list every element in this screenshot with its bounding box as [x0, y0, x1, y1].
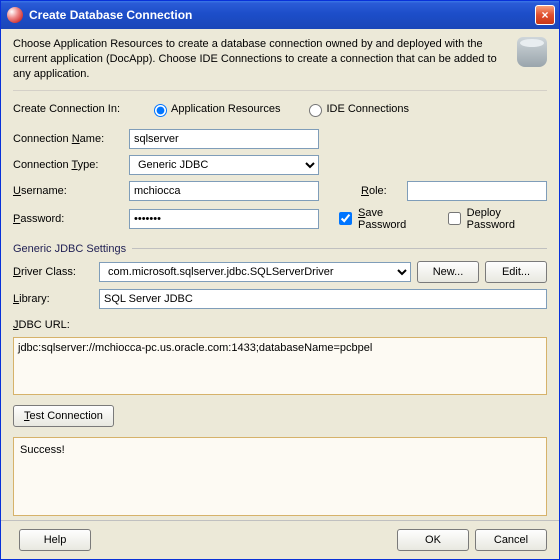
- password-label: Password:: [13, 213, 123, 225]
- help-button[interactable]: Help: [19, 529, 91, 551]
- password-row: Password: Save Password Deploy Password: [13, 207, 547, 231]
- username-field[interactable]: [129, 181, 319, 201]
- radio-ide-connections[interactable]: IDE Connections: [304, 101, 409, 117]
- jdbc-group-title: Generic JDBC Settings: [13, 243, 547, 255]
- connection-type-select[interactable]: Generic JDBC: [129, 155, 319, 175]
- username-role-row: Username: Role:: [13, 181, 547, 201]
- titlebar: Create Database Connection ×: [1, 1, 559, 29]
- driver-class-select[interactable]: com.microsoft.sqlserver.jdbc.SQLServerDr…: [99, 262, 411, 282]
- driver-class-row: Driver Class: com.microsoft.sqlserver.jd…: [13, 261, 547, 283]
- connection-type-label: Connection Type:: [13, 159, 123, 171]
- username-label: Username:: [13, 185, 123, 197]
- role-field[interactable]: [407, 181, 547, 201]
- test-result-area: Success!: [13, 437, 547, 516]
- radio-ide-input[interactable]: [309, 104, 322, 117]
- jdbc-url-label: JDBC URL:: [13, 319, 70, 331]
- window-title: Create Database Connection: [29, 8, 535, 22]
- connection-type-row: Connection Type: Generic JDBC: [13, 155, 547, 175]
- app-icon: [7, 7, 23, 23]
- deploy-password-label: Deploy Password: [467, 207, 547, 231]
- jdbc-url-field[interactable]: jdbc:sqlserver://mchiocca-pc.us.oracle.c…: [13, 337, 547, 395]
- deploy-password-input[interactable]: [448, 212, 461, 225]
- radio-ide-label: IDE Connections: [326, 103, 409, 115]
- save-password-checkbox[interactable]: Save Password: [335, 207, 430, 231]
- create-in-label: Create Connection In:: [13, 103, 143, 115]
- description-text: Choose Application Resources to create a…: [13, 37, 507, 82]
- test-connection-row: Test Connection: [13, 405, 547, 427]
- create-in-row: Create Connection In: Application Resour…: [13, 101, 547, 117]
- jdbc-url-label-row: JDBC URL:: [13, 319, 547, 331]
- radio-application-resources[interactable]: Application Resources: [149, 101, 280, 117]
- footer: Help OK Cancel: [1, 520, 559, 559]
- new-button[interactable]: New...: [417, 261, 479, 283]
- connection-name-row: Connection Name:: [13, 129, 547, 149]
- library-label: Library:: [13, 293, 93, 305]
- save-password-label: Save Password: [358, 207, 430, 231]
- test-connection-button[interactable]: Test Connection: [13, 405, 114, 427]
- connection-name-label: Connection Name:: [13, 133, 123, 145]
- cancel-button[interactable]: Cancel: [475, 529, 547, 551]
- content-area: Choose Application Resources to create a…: [1, 29, 559, 520]
- driver-class-label: Driver Class:: [13, 266, 93, 278]
- password-field[interactable]: [129, 209, 319, 229]
- library-row: Library:: [13, 289, 547, 309]
- close-button[interactable]: ×: [535, 5, 555, 25]
- ok-button[interactable]: OK: [397, 529, 469, 551]
- role-label: Role:: [361, 185, 401, 197]
- description-row: Choose Application Resources to create a…: [13, 37, 547, 91]
- deploy-password-checkbox[interactable]: Deploy Password: [444, 207, 547, 231]
- database-icon: [517, 37, 547, 67]
- edit-button[interactable]: Edit...: [485, 261, 547, 283]
- dialog-window: Create Database Connection × Choose Appl…: [0, 0, 560, 560]
- close-icon: ×: [541, 8, 548, 22]
- radio-app-res-input[interactable]: [154, 104, 167, 117]
- library-field: [99, 289, 547, 309]
- save-password-input[interactable]: [339, 212, 352, 225]
- radio-app-res-label: Application Resources: [171, 103, 280, 115]
- connection-name-field[interactable]: [129, 129, 319, 149]
